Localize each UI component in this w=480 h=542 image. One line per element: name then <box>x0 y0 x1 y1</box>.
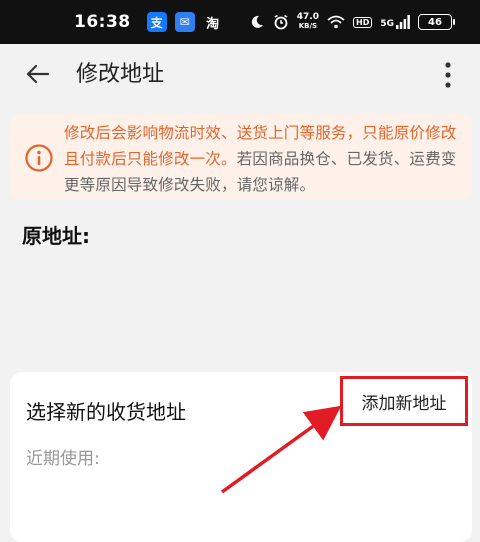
add-new-address-button[interactable]: 添加新地址 <box>340 376 468 426</box>
net-speed-value: 47.0 <box>296 12 319 22</box>
status-bar: 16:38 支 ✉ 淘 47.0 KB/S HD 5G 46 <box>0 0 480 44</box>
signal-label: 5G <box>380 19 394 29</box>
signal-icon: 5G <box>380 15 410 29</box>
title-bar: 修改地址 <box>0 44 480 108</box>
message-app-icon: ✉ <box>174 12 195 32</box>
battery-icon: 46 <box>418 14 455 30</box>
recent-used-label: 近期使用: <box>26 449 100 469</box>
new-address-title: 选择新的收货地址 <box>26 400 186 424</box>
more-options-icon[interactable] <box>434 58 462 92</box>
net-speed: 47.0 KB/S <box>297 13 319 31</box>
moon-icon <box>251 15 263 28</box>
info-icon <box>25 144 53 172</box>
net-speed-unit: KB/S <box>298 22 318 30</box>
notice-text: 修改后会影响物流时效、送货上门等服务，只能原价修改且付款后只能修改一次。若因商品… <box>64 120 458 198</box>
page-title: 修改地址 <box>76 62 165 87</box>
notice-banner: 修改后会影响物流时效、送货上门等服务，只能原价修改且付款后只能修改一次。若因商品… <box>10 114 472 200</box>
taobao-icon: 淘 <box>206 16 220 32</box>
signal-bars-icon <box>396 15 410 29</box>
status-indicators: 47.0 KB/S HD 5G 46 <box>249 13 455 31</box>
back-arrow-icon[interactable] <box>22 58 54 90</box>
original-address-label: 原地址: <box>22 224 90 248</box>
new-address-card: 选择新的收货地址 添加新地址 近期使用: <box>10 372 472 542</box>
status-time: 16:38 <box>74 12 131 32</box>
alarm-icon <box>274 14 288 30</box>
hd-badge: HD <box>353 16 373 28</box>
alipay-icon: 支 <box>146 12 167 32</box>
wifi-icon <box>327 15 345 29</box>
